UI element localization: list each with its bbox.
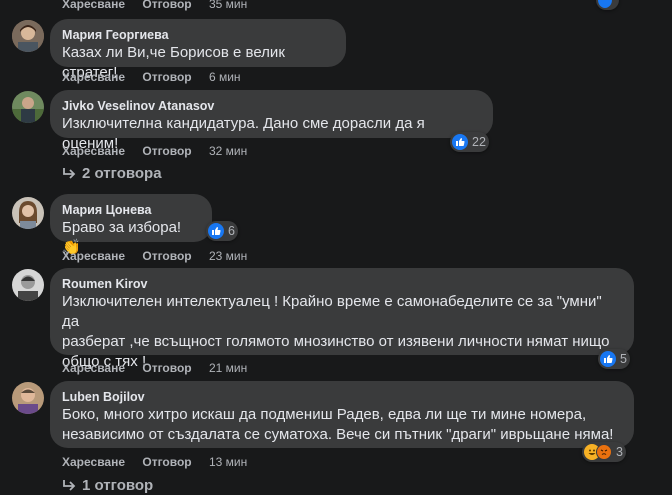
comment-actions: Харесване Отговор 13 мин [62, 454, 247, 470]
view-replies-link[interactable]: 2 отговора [62, 165, 162, 182]
avatar[interactable] [12, 382, 44, 414]
comment-author[interactable]: Luben Bojilov [62, 389, 622, 405]
angry-icon [596, 444, 612, 460]
top-comment-actions: Харесване Отговор 35 мин [62, 0, 247, 12]
timestamp[interactable]: 6 мин [209, 70, 241, 84]
like-action[interactable]: Харесване [62, 144, 125, 158]
like-action[interactable]: Харесване [62, 361, 125, 375]
like-icon [208, 223, 224, 239]
reply-action[interactable]: Отговор [142, 70, 191, 84]
comment-bubble: Luben Bojilov Боко, много хитро искаш да… [50, 381, 634, 448]
like-icon [600, 351, 616, 367]
comment-bubble: Мария Георгиева Казах ли Ви,че Борисов е… [50, 19, 346, 81]
comment-author[interactable]: Jivko Veselinov Atanasov [62, 98, 481, 114]
reaction-badge[interactable]: 3 [582, 442, 626, 462]
reaction-badge[interactable]: 6 [206, 221, 238, 241]
avatar[interactable] [12, 269, 44, 301]
reaction-count: 5 [620, 352, 627, 366]
comment-author[interactable]: Мария Цонева [62, 202, 200, 218]
comment-bubble: Roumen Kirov Изключителен интелектуалец … [50, 268, 634, 370]
reaction-count: 22 [472, 135, 486, 149]
like-icon [598, 0, 612, 8]
timestamp[interactable]: 21 мин [209, 361, 247, 375]
timestamp[interactable]: 35 мин [209, 0, 247, 11]
like-action[interactable]: Харесване [62, 455, 125, 469]
comment-bubble: Jivko Veselinov Atanasov Изключителна ка… [50, 90, 493, 152]
comment-text: Боко, много хитро искаш да подмениш Раде… [62, 406, 614, 443]
reaction-count: 3 [616, 445, 623, 459]
reaction-badge[interactable]: 5 [598, 349, 630, 369]
top-reaction-badge[interactable] [596, 0, 619, 10]
like-action[interactable]: Харесване [62, 249, 125, 263]
avatar[interactable] [12, 20, 44, 52]
like-action[interactable]: Харесване [62, 70, 125, 84]
replies-count: 1 отговор [82, 477, 154, 494]
reaction-count: 6 [228, 224, 235, 238]
comment-actions: Харесване Отговор 6 мин [62, 69, 241, 85]
like-icon [452, 134, 468, 150]
timestamp[interactable]: 32 мин [209, 144, 247, 158]
reply-action[interactable]: Отговор [142, 0, 191, 11]
comment-actions: Харесване Отговор 23 мин [62, 248, 247, 264]
comment-bubble: Мария Цонева Браво за избора! 👏 [50, 194, 212, 256]
comment-actions: Харесване Отговор 21 мин [62, 360, 247, 376]
comment-author[interactable]: Roumen Kirov [62, 276, 622, 292]
reply-action[interactable]: Отговор [142, 455, 191, 469]
reply-action[interactable]: Отговор [142, 361, 191, 375]
timestamp[interactable]: 23 мин [209, 249, 247, 263]
replies-count: 2 отговора [82, 165, 162, 182]
timestamp[interactable]: 13 мин [209, 455, 247, 469]
like-action[interactable]: Харесване [62, 0, 125, 11]
reaction-badge[interactable]: 22 [450, 132, 489, 152]
comment-author[interactable]: Мария Георгиева [62, 27, 334, 43]
reply-action[interactable]: Отговор [142, 249, 191, 263]
reply-action[interactable]: Отговор [142, 144, 191, 158]
reply-arrow-icon [63, 479, 76, 491]
reply-arrow-icon [63, 167, 76, 179]
view-replies-link[interactable]: 1 отговор [62, 477, 153, 494]
avatar[interactable] [12, 197, 44, 229]
avatar[interactable] [12, 91, 44, 123]
comment-actions: Харесване Отговор 32 мин [62, 143, 247, 159]
